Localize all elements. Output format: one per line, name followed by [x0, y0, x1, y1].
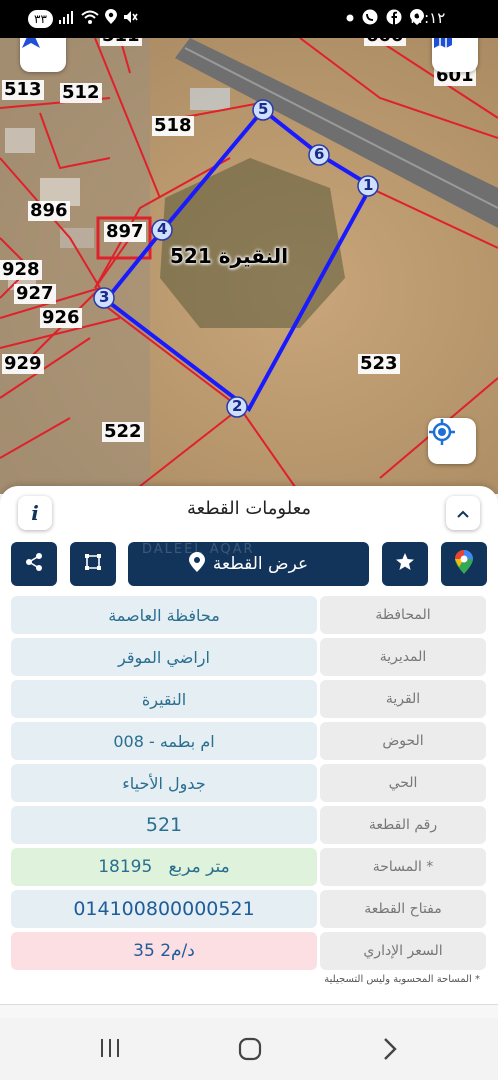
vertex-3: 3	[99, 288, 110, 306]
row-value: النقيرة	[11, 680, 317, 718]
share-icon	[24, 552, 44, 576]
row-value: جدول الأحياء	[11, 764, 317, 802]
row-label: السعر الإداري	[320, 932, 486, 970]
row-value: ام بطمه - 008	[11, 722, 317, 760]
table-row: ام بطمه - 008 الحوض	[11, 722, 486, 760]
row-label: المساحة *	[320, 848, 486, 886]
row-label: القرية	[320, 680, 486, 718]
table-row: جدول الأحياء الحي	[11, 764, 486, 802]
row-label: المديرية	[320, 638, 486, 676]
parcel-info-sheet: i معلومات القطعة DALEEL AQAR عرض القطعة	[0, 486, 498, 1080]
row-value: 35 د/م2	[11, 932, 317, 970]
parcel-label: 927	[14, 283, 56, 304]
favorite-button[interactable]	[382, 542, 428, 586]
home-icon[interactable]	[237, 1036, 263, 1066]
clock: ١١:١٢	[408, 9, 446, 27]
vertex-2: 2	[232, 397, 243, 415]
selected-parcel-label: النقيرة 521	[170, 244, 289, 268]
polygon-icon	[83, 552, 103, 576]
parcel-label: 929	[2, 353, 44, 374]
table-row: اراضي الموقر المديرية	[11, 638, 486, 676]
parcel-label: 928	[0, 259, 42, 280]
layers-button[interactable]	[432, 38, 478, 72]
google-maps-button[interactable]	[441, 542, 487, 586]
row-value: 521	[11, 806, 317, 844]
status-bar: ٣٣ ١١:١٢	[0, 0, 498, 38]
parcel-label: 926	[40, 307, 82, 328]
parcel-label: 518	[152, 115, 194, 136]
table-row: محافظة العاصمة المحافظة	[11, 596, 486, 634]
row-value: 014100800000521	[11, 890, 317, 928]
vertex-4: 4	[157, 220, 168, 238]
facebook-icon	[386, 9, 402, 29]
row-label: المحافظة	[320, 596, 486, 634]
vertex-6: 6	[314, 145, 325, 163]
system-nav-bar	[0, 1018, 498, 1080]
parcel-label: 600	[364, 38, 406, 46]
star-icon	[395, 552, 415, 576]
draw-polygon-button[interactable]	[70, 542, 116, 586]
parcel-label: 896	[28, 200, 70, 221]
collapse-button[interactable]	[446, 496, 480, 530]
row-label: الحي	[320, 764, 486, 802]
dot-icon	[346, 9, 354, 29]
notification-badge: ٣٣	[28, 9, 53, 28]
viber-icon	[362, 9, 378, 29]
table-row: 18195 متر مربع المساحة *	[11, 848, 486, 886]
back-icon[interactable]	[378, 1036, 402, 1066]
map-view[interactable]: 1 2 3 4 5 6 511 513 512 518 896 897 928 …	[0, 38, 498, 494]
parcel-label: 513	[2, 79, 44, 100]
row-label: مفتاح القطعة	[320, 890, 486, 928]
recents-icon[interactable]	[98, 1036, 122, 1064]
chevron-up-icon	[456, 504, 470, 523]
share-button[interactable]	[11, 542, 57, 586]
view-parcel-button[interactable]: DALEEL AQAR عرض القطعة	[128, 542, 369, 586]
row-value: اراضي الموقر	[11, 638, 317, 676]
row-label: رقم القطعة	[320, 806, 486, 844]
table-row: 521 رقم القطعة	[11, 806, 486, 844]
table-row: 35 د/م2 السعر الإداري	[11, 932, 486, 970]
parcel-label: 522	[102, 421, 144, 442]
compass-button[interactable]	[20, 38, 66, 72]
google-maps-icon	[455, 550, 473, 578]
status-left: ٣٣	[28, 9, 138, 28]
view-parcel-label: عرض القطعة	[212, 554, 309, 574]
mute-icon	[123, 10, 138, 28]
watermark: DALEEL AQAR	[142, 542, 255, 557]
sheet-title: معلومات القطعة	[186, 498, 312, 519]
area-footnote: * المساحة المحسوبة وليس التسجيلية	[324, 974, 480, 985]
row-value: محافظة العاصمة	[11, 596, 317, 634]
table-row: 014100800000521 مفتاح القطعة	[11, 890, 486, 928]
row-label: الحوض	[320, 722, 486, 760]
vertex-5: 5	[258, 100, 269, 118]
my-location-button[interactable]	[428, 418, 476, 464]
wifi-icon	[81, 10, 99, 28]
table-row: النقيرة القرية	[11, 680, 486, 718]
vertex-1: 1	[363, 176, 374, 194]
row-value: 18195 متر مربع	[11, 848, 317, 886]
parcel-label: 512	[60, 82, 102, 103]
parcel-label: 897	[104, 221, 146, 242]
parcel-label: 523	[358, 353, 400, 374]
location-icon	[104, 9, 117, 28]
parcel-label: 511	[100, 38, 142, 46]
signal-icon	[58, 10, 75, 28]
